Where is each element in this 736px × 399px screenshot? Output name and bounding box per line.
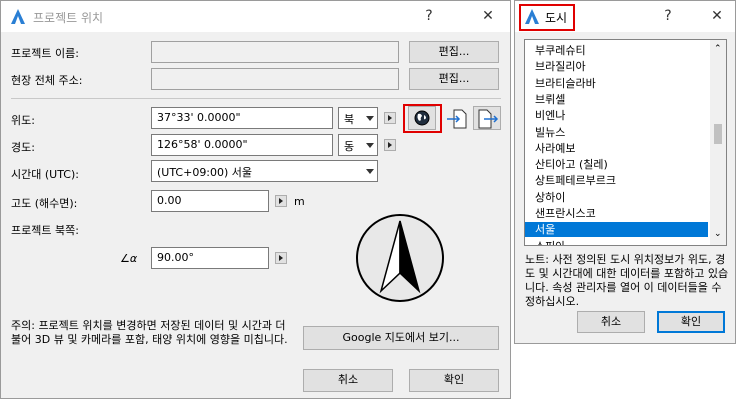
cancel-button[interactable]: 취소 <box>303 369 393 392</box>
chevron-down-icon <box>366 143 374 148</box>
altitude-unit: m <box>294 195 305 208</box>
export-location-button[interactable] <box>473 106 501 130</box>
close-button[interactable]: ✕ <box>478 6 498 26</box>
longitude-direction-value: 동 <box>344 140 355 153</box>
list-scrollbar[interactable]: ⌃ ⌄ <box>710 40 726 245</box>
divider <box>11 98 501 99</box>
help-button[interactable]: ? <box>419 6 439 26</box>
project-name-field[interactable] <box>151 41 399 63</box>
latitude-label: 위도: <box>11 114 35 127</box>
latitude-step-button[interactable] <box>384 112 396 124</box>
dialog-title: 프로젝트 위치 <box>33 11 104 25</box>
apply-location-button[interactable] <box>442 106 470 130</box>
altitude-step-button[interactable] <box>275 195 287 207</box>
cancel-button[interactable]: 취소 <box>577 311 645 333</box>
list-item[interactable]: 서울 <box>525 222 708 238</box>
list-item[interactable]: 상트페테르부르크 <box>535 173 616 188</box>
ok-button[interactable]: 확인 <box>409 369 499 392</box>
city-list[interactable]: 부쿠레슈티 브라질리아브라티슬라바 브뤼셀 비엔나빌뉴스 사라예보 산티아고 (칠레) 상트… <box>524 39 727 246</box>
project-north-label: 프로젝트 북쪽: <box>11 224 79 237</box>
globe-icon <box>414 110 430 126</box>
latitude-field[interactable]: 37°33' 0.0000" <box>151 107 333 129</box>
list-item[interactable]: 브뤼셀 <box>535 92 565 107</box>
timezone-select[interactable]: (UTC+09:00) 서울 <box>151 160 378 182</box>
project-north-field[interactable]: 90.00° <box>151 247 269 269</box>
google-map-button[interactable]: Google 지도에서 보기... <box>303 326 499 350</box>
apply-arrow-icon <box>447 109 467 129</box>
list-item[interactable]: 부쿠레슈티 <box>535 43 586 58</box>
location-note: 주의: 프로젝트 위치를 변경하면 저장된 데이터 및 시간과 더불어 3D 뷰… <box>11 319 288 346</box>
latitude-direction-select[interactable]: 북 <box>338 107 378 129</box>
edit-site-address-button[interactable]: 편집... <box>409 68 499 90</box>
north-step-button[interactable] <box>275 252 287 264</box>
chevron-down-icon <box>366 116 374 121</box>
highlight-box <box>519 4 575 31</box>
export-arrow-icon <box>478 109 499 129</box>
longitude-step-button[interactable] <box>384 139 396 151</box>
archicad-app-icon <box>11 9 25 24</box>
project-name-label: 프로젝트 이름: <box>11 47 79 60</box>
list-item[interactable]: 산티아고 (칠레) <box>535 157 608 172</box>
list-item[interactable]: 사라예보 <box>535 141 575 156</box>
list-item[interactable]: 빌뉴스 <box>535 125 565 140</box>
scroll-down-icon[interactable]: ⌄ <box>714 229 722 239</box>
site-address-field[interactable] <box>151 68 399 90</box>
longitude-field[interactable]: 126°58' 0.0000" <box>151 134 333 156</box>
altitude-field[interactable]: 0.00 <box>151 190 269 212</box>
title-bar: 프로젝트 위치 ? ✕ <box>1 1 510 32</box>
help-button[interactable]: ? <box>658 6 678 26</box>
scroll-thumb[interactable] <box>714 124 722 144</box>
site-address-label: 현장 전체 주소: <box>11 74 83 87</box>
latitude-direction-value: 북 <box>344 113 355 126</box>
ok-button[interactable]: 확인 <box>657 311 725 333</box>
scroll-up-icon[interactable]: ⌃ <box>714 44 722 54</box>
list-item[interactable]: 소피아 <box>535 239 565 245</box>
edit-project-name-button[interactable]: 편집... <box>409 41 499 63</box>
angle-icon: ∠α <box>120 252 138 265</box>
list-item[interactable]: 브라티슬라바 <box>535 76 596 91</box>
close-button[interactable]: ✕ <box>707 6 727 26</box>
longitude-direction-select[interactable]: 동 <box>338 134 378 156</box>
list-item[interactable]: 비엔나 <box>535 108 565 123</box>
list-item[interactable]: 샌프란시스코 <box>535 206 596 221</box>
timezone-value: (UTC+09:00) 서울 <box>157 166 253 179</box>
project-location-dialog: 프로젝트 위치 ? ✕ 프로젝트 이름: 편집... 현장 전체 주소: 편집.… <box>0 0 511 399</box>
globe-location-button[interactable] <box>408 106 436 130</box>
north-compass-icon[interactable] <box>355 213 445 303</box>
city-dialog: 도시 ? ✕ 부쿠레슈티 브라질리아 브라티슬라바 브뤼셀 비엔나 빌뉴스 사라예보 산티아고… <box>514 0 736 344</box>
altitude-label: 고도 (해수면): <box>11 197 78 210</box>
list-item[interactable]: 브라질리아 <box>535 59 586 74</box>
city-note: 노트: 사전 정의된 도시 위치정보가 위도, 경도 및 시간대에 대한 데이터… <box>525 253 729 308</box>
longitude-label: 경도: <box>11 141 35 154</box>
chevron-down-icon <box>366 169 374 174</box>
list-item[interactable]: 상하이 <box>535 190 565 205</box>
timezone-label: 시간대 (UTC): <box>11 168 79 181</box>
